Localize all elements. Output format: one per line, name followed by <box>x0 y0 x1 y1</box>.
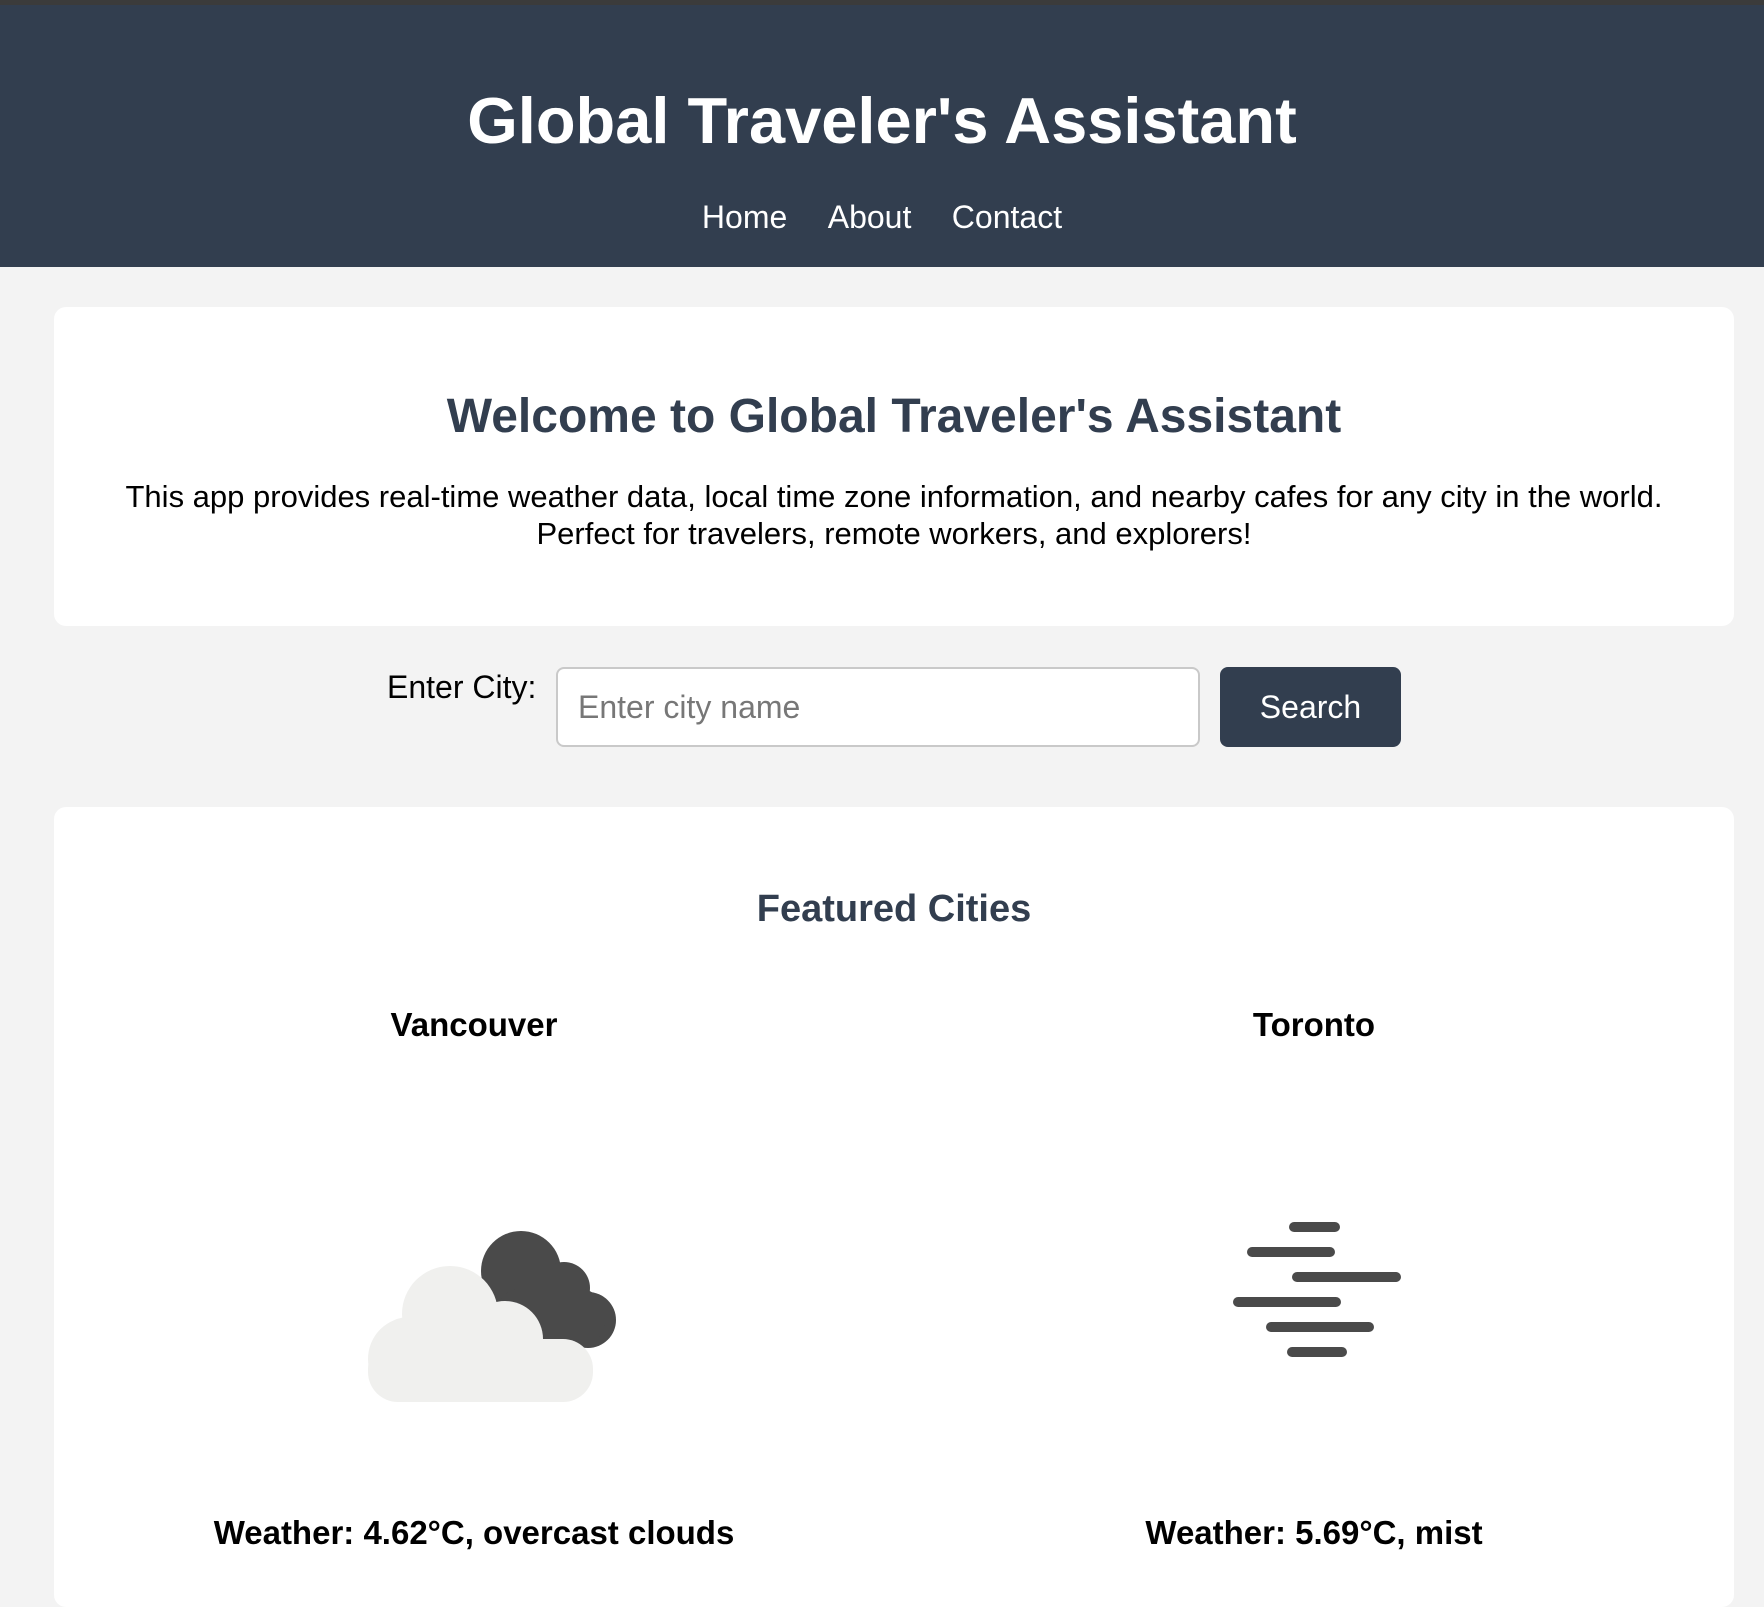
nav-home-link[interactable]: Home <box>702 197 787 237</box>
intro-card: Welcome to Global Traveler's Assistant T… <box>54 307 1734 626</box>
intro-title: Welcome to Global Traveler's Assistant <box>446 390 1342 443</box>
city-name: Vancouver <box>390 1006 558 1043</box>
featured-cities-card: Featured Cities Vancouver Weather: 4.62°… <box>54 807 1734 1607</box>
nav-contact-link[interactable]: Contact <box>952 197 1062 237</box>
intro-description: This app provides real-time weather data… <box>94 478 1694 552</box>
site-title: Global Traveler's Assistant <box>467 84 1297 157</box>
nav-about-link[interactable]: About <box>828 197 912 237</box>
site-header: Global Traveler's Assistant Home About C… <box>0 5 1764 267</box>
city-weather: Weather: 5.69°C, mist <box>1145 1514 1483 1551</box>
search-button[interactable]: Search <box>1220 667 1401 747</box>
overcast-clouds-icon <box>368 1231 616 1402</box>
city-card-toronto: Toronto Weather: 5.69°C, mist <box>894 807 1734 1607</box>
intro-description-line-2: Perfect for travelers, remote workers, a… <box>536 516 1252 551</box>
mist-icon <box>1233 1222 1401 1357</box>
search-label: Enter City: <box>387 669 537 705</box>
main-nav: Home About Contact <box>0 197 1764 237</box>
city-name: Toronto <box>1252 1006 1376 1043</box>
city-card-vancouver: Vancouver Weather: 4.62°C, overcast clou… <box>54 807 894 1607</box>
city-weather: Weather: 4.62°C, overcast clouds <box>213 1514 735 1551</box>
city-search-input[interactable] <box>556 667 1200 747</box>
intro-description-line-1: This app provides real-time weather data… <box>125 479 1663 514</box>
city-search-form: Enter City: Search <box>0 667 1764 747</box>
